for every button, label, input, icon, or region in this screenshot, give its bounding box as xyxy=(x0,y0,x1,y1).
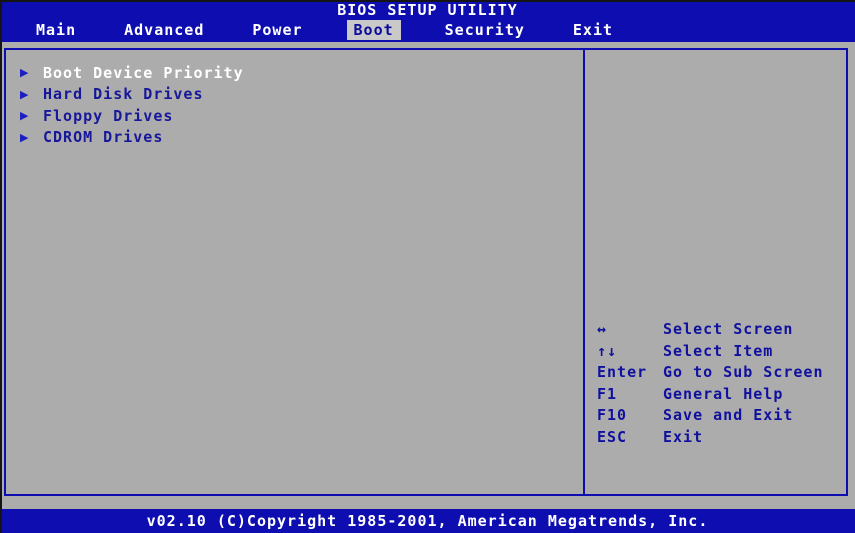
help-action: Save and Exit xyxy=(663,406,794,424)
menu-item-cdrom-drives[interactable]: ▶ CDROM Drives xyxy=(20,127,244,149)
menu-item-hard-disk-drives[interactable]: ▶ Hard Disk Drives xyxy=(20,84,244,106)
menu-item-label: Hard Disk Drives xyxy=(43,85,204,104)
bios-setup-screen: BIOS SETUP UTILITY Main Advanced Power B… xyxy=(0,0,855,533)
menu-bar: Main Advanced Power Boot Security Exit xyxy=(0,18,855,42)
menu-item-label: Boot Device Priority xyxy=(43,63,244,82)
help-row: ESC Exit xyxy=(597,428,824,450)
help-row: ↑↓ Select Item xyxy=(597,342,824,364)
help-row: ↔ Select Screen xyxy=(597,320,824,342)
help-row: F10 Save and Exit xyxy=(597,406,824,428)
copyright-bar: v02.10 (C)Copyright 1985-2001, American … xyxy=(0,509,855,533)
help-key-f10: F10 xyxy=(597,406,628,424)
help-action: General Help xyxy=(663,384,784,403)
submenu-arrow-icon: ▶ xyxy=(20,109,30,123)
help-action: Go to Sub Screen xyxy=(663,363,824,381)
menu-item-floppy-drives[interactable]: ▶ Floppy Drives xyxy=(20,105,244,127)
submenu-arrow-icon: ▶ xyxy=(20,130,30,144)
help-row: Enter Go to Sub Screen xyxy=(597,363,824,385)
help-action: Select Item xyxy=(663,341,774,360)
boot-option-list: ▶ Boot Device Priority ▶ Hard Disk Drive… xyxy=(20,62,244,148)
help-key-arrows-ud: ↑↓ xyxy=(597,341,618,360)
tab-boot[interactable]: Boot xyxy=(346,20,401,40)
help-key-arrows-lr: ↔ xyxy=(597,320,608,338)
help-action: Exit xyxy=(663,427,704,446)
screen-top-edge xyxy=(0,0,855,2)
help-action: Select Screen xyxy=(663,320,794,338)
menu-item-label: CDROM Drives xyxy=(43,128,164,147)
tab-security[interactable]: Security xyxy=(441,20,529,40)
submenu-arrow-icon: ▶ xyxy=(20,87,30,101)
tab-main[interactable]: Main xyxy=(32,20,80,40)
tab-advanced[interactable]: Advanced xyxy=(120,20,208,40)
panel-divider xyxy=(583,48,585,496)
help-key-enter: Enter xyxy=(597,363,648,381)
tab-exit[interactable]: Exit xyxy=(569,20,617,40)
screen-left-edge xyxy=(0,0,2,533)
help-key-f1: F1 xyxy=(597,384,618,403)
menu-item-boot-device-priority[interactable]: ▶ Boot Device Priority xyxy=(20,62,244,84)
key-help-panel: ↔ Select Screen ↑↓ Select Item Enter Go … xyxy=(597,320,824,449)
menu-item-label: Floppy Drives xyxy=(43,106,174,125)
tab-power[interactable]: Power xyxy=(248,20,306,40)
submenu-arrow-icon: ▶ xyxy=(20,66,30,80)
page-title: BIOS SETUP UTILITY xyxy=(0,2,855,18)
help-key-esc: ESC xyxy=(597,427,628,446)
help-row: F1 General Help xyxy=(597,385,824,407)
